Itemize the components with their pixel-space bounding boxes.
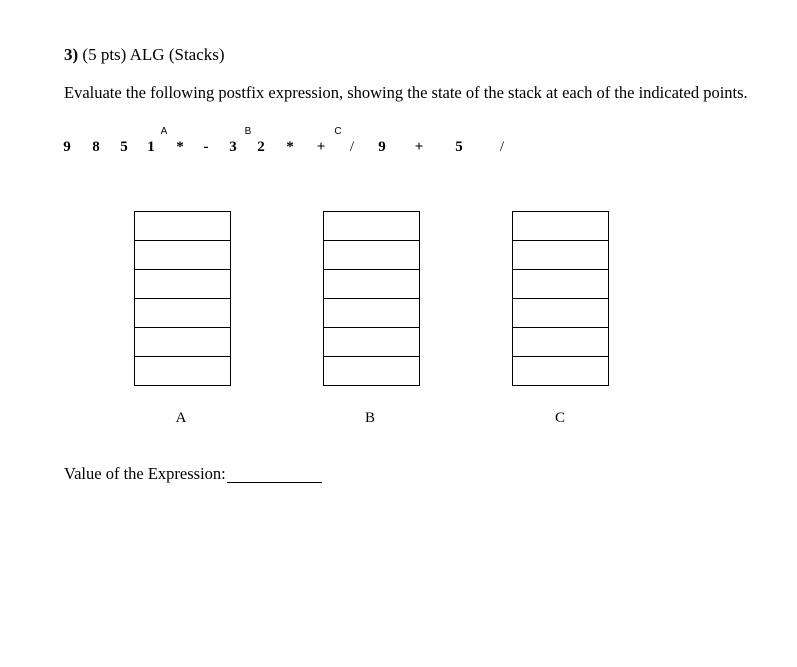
token: 8 — [92, 139, 100, 155]
token: + — [316, 139, 326, 155]
stack-cell — [513, 328, 608, 357]
question-heading: 3) (5 pts) ALG (Stacks) — [64, 45, 225, 65]
token: * — [176, 139, 184, 155]
stack-cell — [324, 357, 419, 386]
stack-cell — [135, 328, 230, 357]
stack-b — [323, 211, 420, 386]
stack-cell — [324, 270, 419, 299]
token: 3 — [229, 139, 237, 155]
token: - — [203, 139, 209, 155]
value-label: Value of the Expression: — [64, 464, 226, 483]
stack-cell — [324, 328, 419, 357]
token: + — [414, 139, 424, 155]
stack-cell — [135, 241, 230, 270]
instructions-text: Evaluate the following postfix expressio… — [64, 83, 748, 102]
stack-c-label: C — [554, 410, 566, 426]
stack-cell — [135, 299, 230, 328]
token: 2 — [257, 139, 265, 155]
stack-cell — [324, 241, 419, 270]
stack-cell — [513, 212, 608, 241]
question-detail: (5 pts) ALG (Stacks) — [82, 45, 225, 64]
token: 1 — [147, 139, 155, 155]
stack-cell — [513, 241, 608, 270]
token: * — [286, 139, 294, 155]
stack-a — [134, 211, 231, 386]
stack-cell — [513, 299, 608, 328]
token: / — [349, 139, 355, 155]
stack-cell — [135, 357, 230, 386]
marker-a: A — [160, 126, 168, 137]
token: 9 — [63, 139, 71, 155]
stack-cell — [135, 212, 230, 241]
stack-cell — [513, 270, 608, 299]
token: / — [499, 139, 505, 155]
question-number: 3) — [64, 45, 79, 64]
token: 5 — [120, 139, 128, 155]
stack-cell — [324, 299, 419, 328]
stack-cell — [135, 270, 230, 299]
stack-b-label: B — [364, 410, 376, 426]
token: 9 — [378, 139, 386, 155]
token: 5 — [455, 139, 463, 155]
stack-c — [512, 211, 609, 386]
stack-a-label: A — [175, 410, 187, 426]
answer-blank[interactable] — [227, 482, 322, 483]
marker-c: C — [334, 126, 342, 137]
stack-cell — [324, 212, 419, 241]
stack-cell — [513, 357, 608, 386]
marker-b: B — [244, 126, 252, 137]
